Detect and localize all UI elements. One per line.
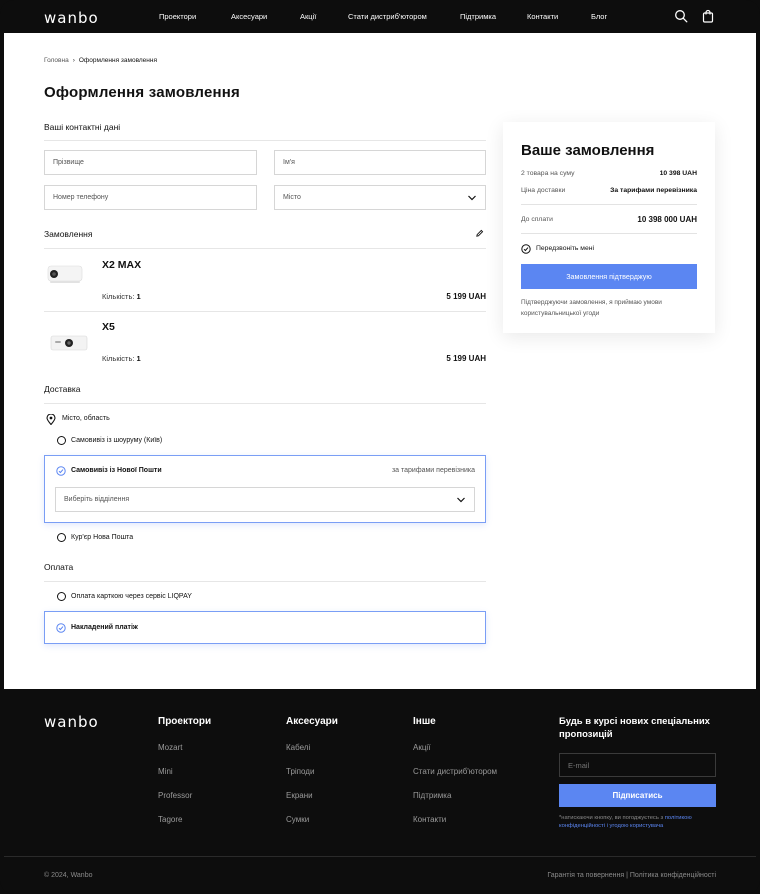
footer-link[interactable]: Стати дистриб'ютором <box>413 767 497 776</box>
product-name: X5 <box>102 321 115 333</box>
summary-items-value: 10 398 UAH <box>659 170 697 177</box>
product-qty: Кількість: 1 <box>102 292 141 301</box>
check-circle-icon <box>56 623 66 633</box>
option-showroom-label[interactable]: Самовивіз із шоуруму (Київ) <box>71 437 162 444</box>
np-branch-select[interactable]: Виберіть відділення <box>55 487 475 512</box>
terms-text: Підтверджуючи замовлення, я приймаю умов… <box>521 299 662 317</box>
contacts-title: Ваші контактні дані <box>44 122 121 132</box>
nav-contacts[interactable]: Контакти <box>527 12 558 21</box>
newsletter-email-input[interactable] <box>559 753 716 777</box>
order-title: Замовлення <box>44 229 93 239</box>
callback-check-icon[interactable] <box>521 244 531 254</box>
divider <box>44 140 486 141</box>
footer-col-title: Проектори <box>158 716 212 727</box>
delivery-title: Доставка <box>44 384 81 394</box>
footer-link[interactable]: Mini <box>158 767 173 776</box>
nav-blog[interactable]: Блог <box>591 12 607 21</box>
city-select-value: Місто <box>283 194 301 201</box>
summary-total-label: До сплати <box>521 216 553 223</box>
edit-icon[interactable] <box>475 229 484 238</box>
product-price: 5 199 UAH <box>446 292 486 301</box>
footer-link[interactable]: Акції <box>413 743 430 752</box>
chevron-down-icon <box>457 497 465 503</box>
confirm-order-button[interactable]: Замовлення підтверджую <box>521 264 697 289</box>
logo[interactable]: wanbo <box>44 9 99 27</box>
page-title: Оформлення замовлення <box>44 84 240 101</box>
breadcrumb: Головна › Оформлення замовлення <box>44 57 157 64</box>
breadcrumb-home[interactable]: Головна <box>44 57 69 64</box>
footer-divider <box>4 856 756 857</box>
subscribe-button[interactable]: Підписатись <box>559 784 716 807</box>
option-cod-label: Накладений платіж <box>71 624 138 631</box>
divider <box>44 581 486 582</box>
order-summary: Ваше замовлення 2 товара на суму 10 398 … <box>503 122 715 333</box>
location-pin-icon <box>46 414 56 425</box>
divider <box>44 403 486 404</box>
footer-link[interactable]: Тріподи <box>286 767 314 776</box>
summary-total-value: 10 398 000 UAH <box>637 215 697 224</box>
callback-label[interactable]: Передзвоніть мені <box>536 245 594 252</box>
nav-support[interactable]: Підтримка <box>460 12 496 21</box>
option-np-label: Самовивіз із Нової Пошти <box>71 467 162 474</box>
divider <box>44 248 486 249</box>
option-liqpay-label[interactable]: Оплата карткою через сервіс LIQPAY <box>71 593 192 600</box>
nav-become-distributor[interactable]: Стати дистриб'ютором <box>348 12 427 21</box>
footer-link[interactable]: Tagore <box>158 815 182 824</box>
breadcrumb-chevron-icon: › <box>72 57 75 64</box>
checkout-main: Головна › Оформлення замовлення Оформлення… <box>4 33 756 689</box>
footer-link[interactable]: Підтримка <box>413 791 451 800</box>
surname-field[interactable]: Прізвище <box>44 150 257 175</box>
check-circle-icon <box>56 466 66 476</box>
product-price: 5 199 UAH <box>446 354 486 363</box>
radio-courier[interactable] <box>57 533 66 542</box>
product-name: X2 MAX <box>102 259 142 271</box>
divider <box>521 233 697 234</box>
product-qty: Кількість: 1 <box>102 354 141 363</box>
chevron-down-icon <box>468 195 476 201</box>
newsletter-title: Будь в курсі нових спеціальних пропозиці… <box>559 716 710 740</box>
phone-field[interactable]: Номер телефону <box>44 185 257 210</box>
np-branch-select-value: Виберіть відділення <box>64 496 130 503</box>
search-icon[interactable] <box>674 9 688 23</box>
footer-link[interactable]: Екрани <box>286 791 313 800</box>
divider <box>44 311 486 312</box>
footer-link[interactable]: Mozart <box>158 743 182 752</box>
footer-link[interactable]: Кабелі <box>286 743 310 752</box>
site-footer: wanbo Проектори Mozart Mini Professor Ta… <box>4 689 756 894</box>
footer-link[interactable]: Контакти <box>413 815 446 824</box>
newsletter-note: *натискаючи кнопку, ви погоджуєтесь з по… <box>559 815 692 829</box>
location-label[interactable]: Місто, область <box>62 415 110 422</box>
bag-icon[interactable] <box>701 9 715 23</box>
nav-promotions[interactable]: Акції <box>300 12 316 21</box>
footer-legal-links[interactable]: Гарантія та повернення | Політика конфід… <box>547 872 716 879</box>
nav-accessories[interactable]: Аксесуари <box>231 12 267 21</box>
copyright: © 2024, Wanbo <box>44 872 93 879</box>
page-frame: wanbo Проектори Аксесуари Акції Стати ди… <box>0 0 760 894</box>
summary-delivery-label: Ціна доставки <box>521 187 566 194</box>
option-cash-on-delivery[interactable]: Накладений платіж <box>44 611 486 644</box>
name-field[interactable]: Ім'я <box>274 150 486 175</box>
site-header: wanbo Проектори Аксесуари Акції Стати ди… <box>4 0 756 33</box>
divider <box>521 204 697 205</box>
option-np-note: за тарифами перевізника <box>391 467 475 474</box>
footer-link[interactable]: Сумки <box>286 815 309 824</box>
footer-logo[interactable]: wanbo <box>44 713 99 731</box>
breadcrumb-current: Оформлення замовлення <box>78 57 157 64</box>
footer-col-title: Інше <box>413 716 436 727</box>
nav-projectors[interactable]: Проектори <box>159 12 196 21</box>
payment-title: Оплата <box>44 562 74 572</box>
footer-col-title: Аксесуари <box>286 716 338 727</box>
summary-items-label: 2 товара на суму <box>521 170 575 177</box>
footer-link[interactable]: Professor <box>158 791 192 800</box>
product-image-x5 <box>50 335 88 351</box>
option-courier-label[interactable]: Кур'єр Нова Пошта <box>71 534 133 541</box>
city-select[interactable]: Місто <box>274 185 486 210</box>
option-nova-poshta-pickup[interactable]: Самовивіз із Нової Пошти за тарифами пер… <box>44 455 486 523</box>
summary-title: Ваше замовлення <box>521 142 655 159</box>
radio-liqpay[interactable] <box>57 592 66 601</box>
summary-delivery-value: За тарифами перевізника <box>610 187 697 194</box>
radio-showroom[interactable] <box>57 436 66 445</box>
product-image-x2max <box>47 265 83 283</box>
